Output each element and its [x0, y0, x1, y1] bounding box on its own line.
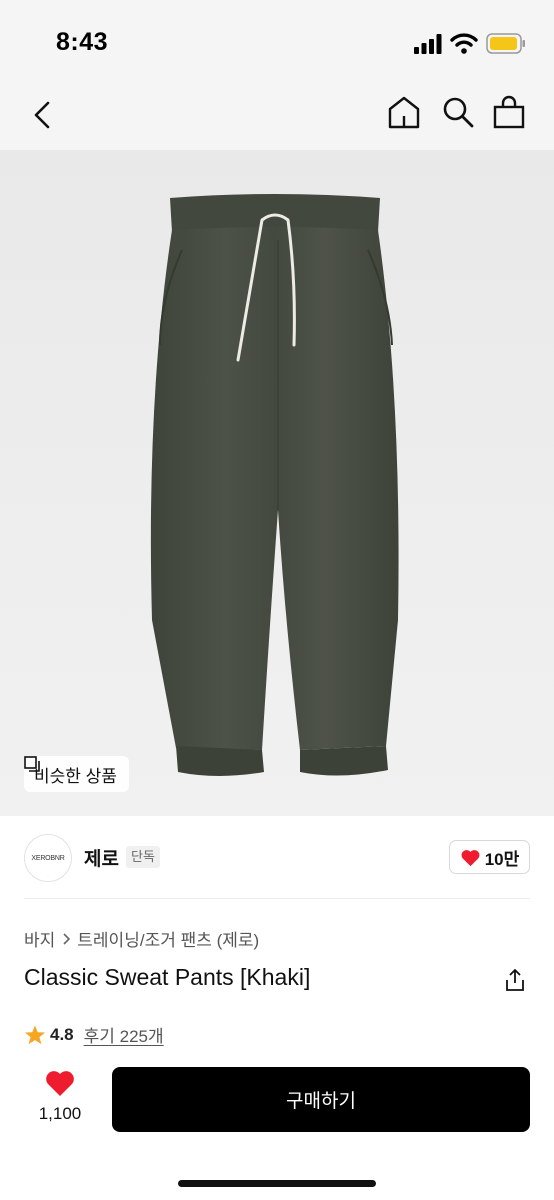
heart-icon	[461, 849, 480, 866]
search-icon[interactable]	[440, 94, 476, 130]
similar-products-icon	[24, 756, 40, 772]
rating-row: 4.8 후기 225개	[24, 1022, 164, 1047]
heart-icon	[46, 1071, 74, 1096]
product-image[interactable]: 비슷한 상품	[0, 150, 554, 816]
reviews-link[interactable]: 후기 225개	[84, 1022, 164, 1047]
home-icon[interactable]	[386, 94, 422, 130]
brand-logo[interactable]: XEROBNR	[24, 834, 72, 882]
shopping-bag-icon[interactable]	[492, 94, 526, 130]
breadcrumb-category[interactable]: 바지	[24, 926, 55, 951]
battery-icon	[486, 33, 525, 54]
similar-products-label: 비슷한 상품	[34, 766, 117, 786]
similar-products-button[interactable]: 비슷한 상품	[24, 756, 129, 792]
buy-button[interactable]: 구매하기	[112, 1067, 530, 1132]
status-bar: 8:43	[0, 0, 554, 82]
breadcrumb-subcategory[interactable]: 트레이닝/조거 팬츠 (제로)	[77, 926, 259, 951]
chevron-left-icon[interactable]	[28, 98, 56, 132]
brand-like-count: 10만	[484, 849, 520, 869]
share-icon[interactable]	[504, 968, 526, 992]
brand-like-button[interactable]: 10만	[449, 840, 530, 874]
wifi-icon	[450, 33, 478, 54]
home-indicator	[178, 1180, 376, 1187]
signal-icon	[414, 34, 442, 54]
exclusive-badge: 단독	[126, 846, 160, 868]
rating-value: 4.8	[50, 1024, 74, 1044]
top-nav	[0, 82, 554, 150]
wishlist-count: 1,100	[38, 1104, 82, 1123]
wishlist-button[interactable]: 1,100	[24, 1068, 96, 1128]
breadcrumb: 바지 트레이닝/조거 팬츠 (제로)	[24, 926, 259, 951]
product-title: Classic Sweat Pants [Khaki]	[24, 964, 311, 990]
brand-row[interactable]: XEROBNR 제로 단독 10만	[0, 830, 554, 884]
brand-name[interactable]: 제로	[84, 844, 119, 871]
divider	[24, 898, 530, 899]
sweat-pants-illustration	[150, 194, 399, 776]
star-icon	[24, 1024, 46, 1044]
status-time: 8:43	[56, 28, 109, 56]
chevron-right-icon	[63, 932, 71, 945]
